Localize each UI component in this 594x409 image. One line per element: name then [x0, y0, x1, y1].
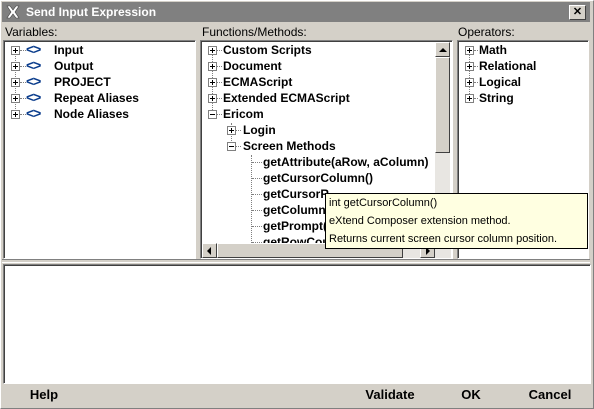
expand-icon[interactable]: [465, 46, 474, 55]
tree-item-ecmascript[interactable]: ECMAScript: [223, 74, 292, 90]
tree-item-node-aliases[interactable]: Node Aliases: [54, 106, 129, 122]
tooltip-description: eXtend Composer extension method.: [329, 215, 511, 227]
tree-item-ericom[interactable]: Ericom: [223, 106, 264, 122]
expand-icon[interactable]: [208, 94, 217, 103]
tree-item-input[interactable]: Input: [54, 42, 83, 58]
operators-label: Operators:: [458, 25, 515, 39]
window-title: Send Input Expression: [26, 5, 157, 19]
collapse-icon[interactable]: [227, 142, 236, 151]
alias-icon: <>: [26, 73, 41, 89]
close-icon: ✕: [572, 6, 583, 18]
tree-item-login[interactable]: Login: [243, 122, 276, 138]
tree-item-custom-scripts[interactable]: Custom Scripts: [223, 42, 312, 58]
tree-item-project[interactable]: PROJECT: [54, 74, 111, 90]
expression-editor[interactable]: [3, 264, 591, 384]
expand-icon[interactable]: [465, 78, 474, 87]
cancel-button[interactable]: Cancel: [520, 386, 580, 404]
alias-icon: <>: [26, 41, 41, 57]
variables-tree[interactable]: <> Input <> Output <> PROJECT <> Repeat …: [3, 40, 196, 259]
vertical-scroll-thumb[interactable]: [435, 57, 450, 153]
method-get-attribute[interactable]: getAttribute(aRow, aColumn): [263, 154, 429, 170]
method-get-cursor-row[interactable]: getCursorR: [263, 186, 329, 202]
expand-icon[interactable]: [11, 62, 20, 71]
functions-label: Functions/Methods:: [202, 25, 307, 39]
expand-icon[interactable]: [227, 126, 236, 135]
method-get-column[interactable]: getColumn: [263, 202, 326, 218]
method-get-prompt[interactable]: getPrompt(: [263, 218, 327, 234]
help-button[interactable]: Help: [20, 386, 68, 404]
collapse-icon[interactable]: [208, 110, 217, 119]
method-get-cursor-column[interactable]: getCursorColumn(): [263, 170, 373, 186]
validate-button[interactable]: Validate: [355, 386, 425, 404]
expand-icon[interactable]: [11, 46, 20, 55]
title-bar[interactable]: Send Input Expression ✕: [2, 2, 590, 22]
alias-icon: <>: [26, 105, 41, 121]
expand-icon[interactable]: [11, 110, 20, 119]
scroll-left-button[interactable]: [202, 243, 217, 258]
close-button[interactable]: ✕: [569, 5, 586, 20]
expand-icon[interactable]: [208, 46, 217, 55]
tree-item-document[interactable]: Document: [223, 58, 282, 74]
expand-icon[interactable]: [208, 62, 217, 71]
tree-item-screen-methods[interactable]: Screen Methods: [243, 138, 336, 154]
tooltip-details: Returns current screen cursor column pos…: [329, 233, 558, 245]
tree-item-relational[interactable]: Relational: [479, 58, 536, 74]
tree-item-math[interactable]: Math: [479, 42, 507, 58]
tree-item-extended-ecmascript[interactable]: Extended ECMAScript: [223, 90, 350, 106]
splitter[interactable]: [2, 259, 590, 263]
expand-icon[interactable]: [208, 78, 217, 87]
method-tooltip: int getCursorColumn() eXtend Composer ex…: [325, 193, 588, 249]
tree-item-repeat-aliases[interactable]: Repeat Aliases: [54, 90, 139, 106]
app-icon: [6, 5, 20, 19]
tree-item-output[interactable]: Output: [54, 58, 93, 74]
scroll-up-button[interactable]: [435, 42, 450, 57]
expand-icon[interactable]: [465, 62, 474, 71]
variables-label: Variables:: [5, 25, 58, 39]
expand-icon[interactable]: [11, 78, 20, 87]
ok-button[interactable]: OK: [455, 386, 487, 404]
tree-item-string[interactable]: String: [479, 90, 514, 106]
tooltip-signature: int getCursorColumn(): [329, 197, 438, 209]
alias-icon: <>: [26, 57, 41, 73]
expand-icon[interactable]: [11, 94, 20, 103]
tree-item-logical[interactable]: Logical: [479, 74, 521, 90]
alias-icon: <>: [26, 89, 41, 105]
expand-icon[interactable]: [465, 94, 474, 103]
